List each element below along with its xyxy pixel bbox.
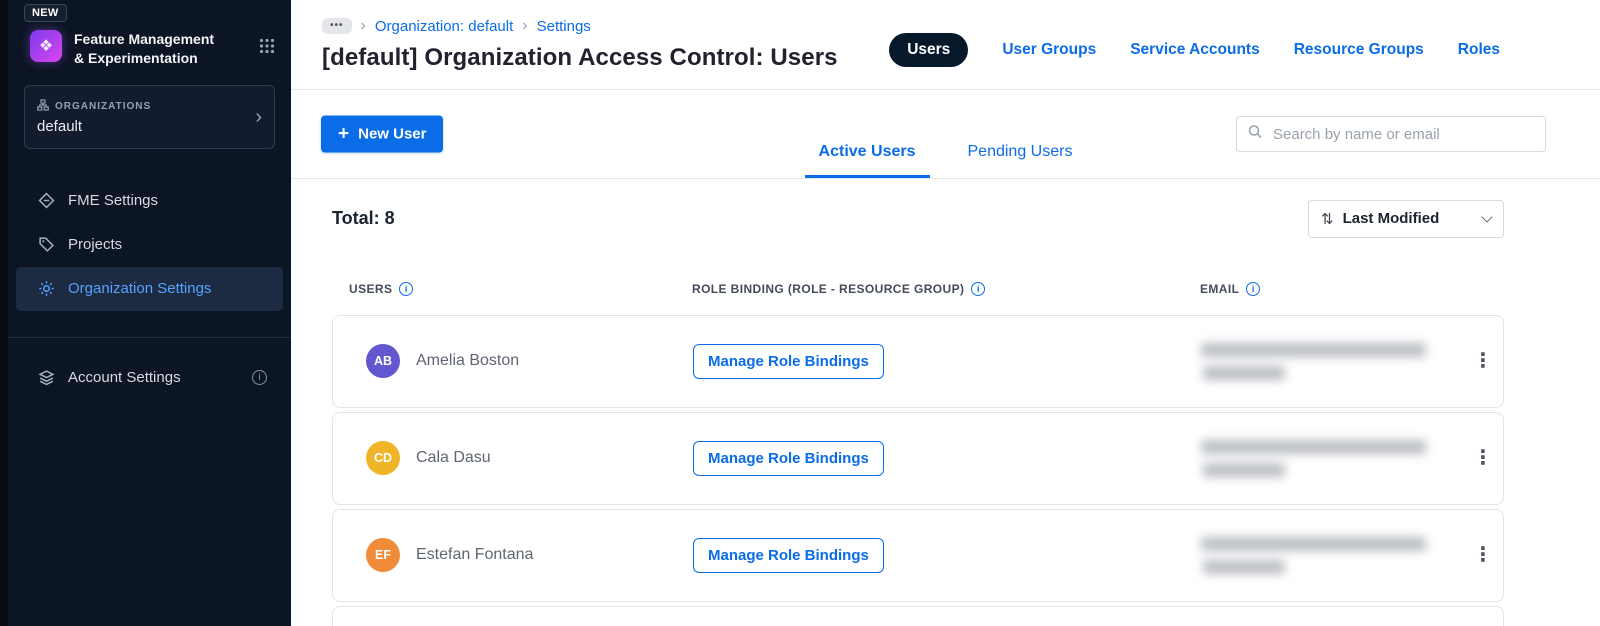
table-row: AB Amelia Boston Manage Role Bindings ⋮ [332,314,1504,408]
sidebar-item-projects[interactable]: Projects [16,223,283,267]
table-row: EF Estefan Fontana Manage Role Bindings … [332,508,1504,602]
layers-icon [38,369,55,386]
gear-icon [38,280,55,297]
breadcrumb-settings-link[interactable]: Settings [537,18,591,35]
list-controls: Total: 8 ⇅ Last Modified [332,199,1504,238]
search-box [1236,116,1546,153]
sort-dropdown[interactable]: ⇅ Last Modified [1308,199,1504,238]
organizations-label: ORGANIZATIONS [55,100,152,112]
manage-role-bindings-button[interactable]: Manage Role Bindings [693,440,884,476]
redacted-email-line [1203,559,1285,574]
chevron-right-icon: › [522,17,528,34]
breadcrumb-org-link[interactable]: Organization: default [375,18,513,35]
page-title: [default] Organization Access Control: U… [322,44,838,71]
row-menu-kebab-icon[interactable]: ⋮ [1463,351,1503,371]
module-nav-strip [0,0,8,626]
tab-pending-users[interactable]: Pending Users [954,143,1087,178]
user-name: Amelia Boston [416,352,520,370]
search-input[interactable] [1236,116,1546,153]
search-icon [1247,124,1263,145]
next-row-partial [332,605,1504,626]
user-state-tabs: Active Users Pending Users [804,143,1087,179]
redacted-email-line [1203,462,1285,477]
sidebar-nav: FME Settings Projects Organization Setti… [8,179,291,400]
new-badge: NEW [24,4,67,22]
sidebar: NEW ❖ Feature Management & Experimentati… [8,0,291,626]
chevron-right-icon: › [255,105,262,128]
email-redacted [1201,536,1463,574]
sidebar-item-organization-settings[interactable]: Organization Settings [16,266,283,311]
access-control-tabs: Users User Groups Service Accounts Resou… [889,33,1500,67]
plus-icon: + [338,123,350,145]
email-redacted [1201,342,1463,380]
info-icon[interactable]: i [252,370,267,386]
chevron-down-icon [1481,211,1493,223]
toolbar: + New User Active Users Pending Users [291,90,1600,179]
sidebar-item-label: Organization Settings [68,280,212,298]
info-icon[interactable]: i [399,281,414,296]
user-name: Estefan Fontana [416,546,534,564]
sidebar-item-label: Projects [68,236,123,254]
sidebar-item-label: FME Settings [68,192,159,210]
breadcrumb: ••• › Organization: default › Settings [322,17,838,35]
app-window: NEW ❖ Feature Management & Experimentati… [0,0,1600,626]
avatar: AB [366,344,400,379]
manage-role-bindings-button[interactable]: Manage Role Bindings [693,537,884,573]
new-user-button[interactable]: + New User [321,115,444,153]
sort-label: Last Modified [1342,210,1440,228]
redacted-email-line [1203,365,1285,380]
user-cell: AB Amelia Boston [333,344,693,379]
organizations-icon [37,99,49,114]
sidebar-divider [8,336,291,338]
tab-roles[interactable]: Roles [1458,41,1500,59]
tab-resource-groups[interactable]: Resource Groups [1294,41,1424,59]
projects-icon [38,236,55,253]
total-count: Total: 8 [332,208,395,229]
organization-selector[interactable]: ORGANIZATIONS default › [24,84,275,149]
breadcrumb-ellipsis-button[interactable]: ••• [322,18,352,34]
email-redacted [1201,439,1463,477]
avatar: CD [366,441,400,476]
sidebar-item-account-settings[interactable]: Account Settings i [16,356,283,400]
main-content: ••• › Organization: default › Settings [… [291,0,1600,626]
page-header: ••• › Organization: default › Settings [… [291,0,1600,89]
sidebar-item-label: Account Settings [68,369,181,387]
tab-users[interactable]: Users [889,33,969,67]
tab-service-accounts[interactable]: Service Accounts [1130,41,1260,59]
organization-value: default [37,117,83,135]
new-user-label: New User [358,125,427,143]
tab-user-groups[interactable]: User Groups [1002,41,1096,59]
header-left: ••• › Organization: default › Settings [… [322,17,838,72]
sidebar-item-fme-settings[interactable]: FME Settings [16,179,283,223]
table-row: CD Cala Dasu Manage Role Bindings ⋮ [332,411,1504,505]
info-icon[interactable]: i [1246,281,1261,296]
manage-role-bindings-button[interactable]: Manage Role Bindings [693,343,884,379]
user-cell: CD Cala Dasu [333,441,693,476]
avatar: EF [366,538,400,573]
app-logo-icon: ❖ [30,30,62,62]
app-switcher-icon[interactable] [259,38,275,59]
redacted-email-line [1201,342,1426,357]
fme-settings-icon [38,192,55,209]
user-cell: EF Estefan Fontana [333,538,693,573]
sort-icon: ⇅ [1321,210,1334,228]
info-icon[interactable]: i [971,281,986,296]
row-menu-kebab-icon[interactable]: ⋮ [1463,545,1503,565]
table-header-row: USERS i ROLE BINDING (ROLE - RESOURCE GR… [332,281,1504,296]
redacted-email-line [1201,536,1426,551]
users-list-section: Total: 8 ⇅ Last Modified USERS i ROLE BI… [291,179,1600,626]
row-menu-kebab-icon[interactable]: ⋮ [1463,448,1503,468]
column-header-users: USERS i [332,281,692,296]
app-title: Feature Management & Experimentation [74,31,215,67]
column-header-email: EMAIL i [1200,281,1464,296]
tab-active-users[interactable]: Active Users [804,143,930,179]
redacted-email-line [1201,439,1426,454]
chevron-right-icon: › [360,17,366,34]
user-name: Cala Dasu [416,449,491,467]
column-header-role-binding: ROLE BINDING (ROLE - RESOURCE GROUP) i [692,281,1200,296]
